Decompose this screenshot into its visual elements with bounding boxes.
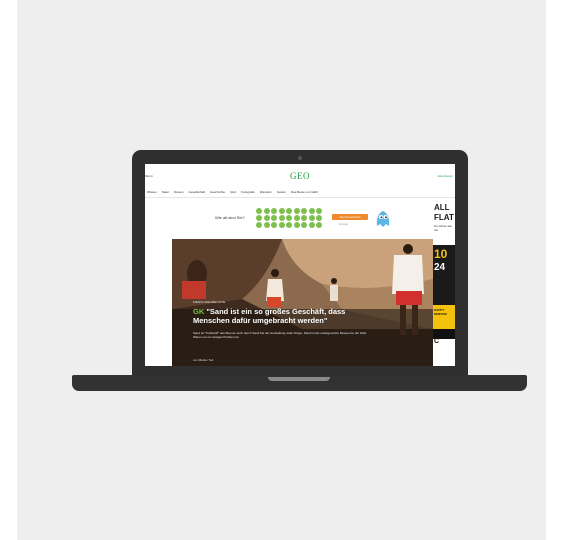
ad-subline: So sicher wie nie (434, 224, 452, 232)
main-navigation: Wissen Natur Reisen Gesellschaft Geschic… (147, 190, 387, 194)
hero-article[interactable]: MENSCHENRECHTE GK "Sand ist ein so große… (172, 239, 433, 366)
site-logo[interactable]: GEO (145, 171, 455, 181)
age-dot-grid (256, 208, 324, 228)
banner-label: Wie alt sind Sie? (215, 215, 245, 220)
dot (263, 222, 270, 228)
nav-item[interactable]: Geschichte (210, 190, 225, 194)
ad-number: 24 (434, 262, 446, 273)
nav-item[interactable]: Garten (277, 190, 286, 194)
dot (271, 222, 277, 228)
ad-disclaimer: Anzeige (339, 223, 349, 226)
nav-item[interactable]: Gesellschaft (189, 190, 206, 194)
dot (301, 215, 307, 221)
nav-item[interactable]: Wissen (147, 190, 157, 194)
dot (293, 215, 300, 221)
ad-logo: C (434, 338, 440, 345)
dot (278, 215, 285, 221)
subscribe-link[interactable]: Abonnieren (438, 174, 453, 178)
article-byline: von Marius Tod (193, 358, 214, 362)
dot (301, 208, 307, 214)
premium-tag: GK (193, 307, 205, 316)
dot (256, 208, 262, 214)
dot (263, 208, 270, 214)
article-teaser: Sand ist "Treibstoff" des Booms: auch du… (193, 331, 367, 339)
dot (293, 222, 300, 228)
webcam (298, 156, 302, 160)
dot (278, 208, 285, 214)
headline-text: "Sand ist ein so großes Geschäft, dass M… (193, 307, 346, 325)
nav-item[interactable]: Reisen (174, 190, 183, 194)
laptop-hinge-notch (268, 377, 330, 381)
dot (316, 222, 322, 228)
ad-number: 10 (434, 247, 448, 261)
dot (286, 208, 292, 214)
nav-item[interactable]: Wandern (260, 190, 272, 194)
dot (308, 208, 315, 214)
nav-item[interactable]: Das Beste von GEO (291, 190, 318, 194)
dot (256, 215, 262, 221)
mascot-icon (376, 211, 390, 227)
ad-line: ALL (434, 203, 450, 212)
dot (263, 215, 270, 221)
dot (286, 222, 292, 228)
dot (316, 215, 322, 221)
dot (271, 208, 277, 214)
sidebar-ad[interactable]: ALL FLAT So sicher wie nie 10 24 HAPPY S… (433, 202, 455, 366)
dot (308, 222, 315, 228)
article-kicker: MENSCHENRECHTE (193, 300, 226, 304)
dot (316, 208, 322, 214)
calculate-button[interactable]: Jetzt berechnen (332, 214, 368, 220)
ad-yellow-text: HAPPY SERVICE (434, 308, 448, 316)
dot (286, 215, 292, 221)
dot (308, 215, 315, 221)
dot (301, 222, 307, 228)
nav-item[interactable]: Quiz (230, 190, 236, 194)
nav-item[interactable]: Natur (162, 190, 169, 194)
nav-divider (145, 197, 455, 198)
ad-line: FLAT (434, 213, 454, 222)
dot (278, 222, 285, 228)
dot (271, 215, 277, 221)
article-headline[interactable]: GK "Sand ist ein so großes Geschäft, das… (193, 307, 378, 325)
laptop-screen: Menü GEO Abonnieren Wissen Natur Reisen … (145, 164, 455, 366)
dot (293, 208, 300, 214)
dot (256, 222, 262, 228)
nav-item[interactable]: Fotografie (241, 190, 255, 194)
